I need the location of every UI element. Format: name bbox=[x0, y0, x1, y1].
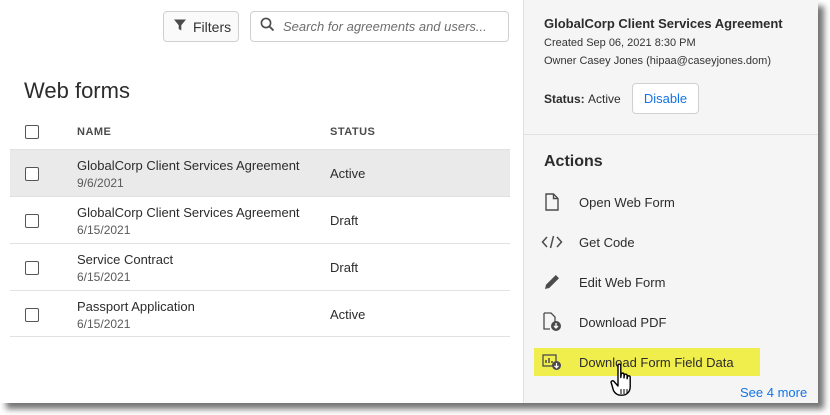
filter-icon bbox=[173, 18, 187, 35]
row-name: GlobalCorp Client Services Agreement bbox=[77, 205, 300, 220]
row-name: Passport Application bbox=[77, 299, 195, 314]
disable-button[interactable]: Disable bbox=[632, 83, 699, 114]
see-more-link[interactable]: See 4 more bbox=[740, 385, 807, 400]
action-label: Download PDF bbox=[579, 314, 667, 330]
column-header-name[interactable]: NAME bbox=[77, 126, 111, 138]
actions-heading: Actions bbox=[544, 153, 603, 170]
hand-cursor-icon bbox=[609, 362, 637, 403]
code-icon bbox=[541, 231, 563, 253]
web-forms-table: GlobalCorp Client Services Agreement 9/6… bbox=[10, 149, 510, 337]
row-checkbox[interactable] bbox=[25, 261, 39, 275]
table-header: NAME STATUS bbox=[10, 117, 510, 149]
row-name: Service Contract bbox=[77, 252, 174, 267]
owner-info: Owner Casey Jones (hipaa@caseyjones.dom) bbox=[544, 55, 771, 67]
row-checkbox[interactable] bbox=[25, 167, 39, 181]
row-date: 6/15/2021 bbox=[77, 270, 131, 284]
created-info: Created Sep 06, 2021 8:30 PM bbox=[544, 37, 696, 49]
action-download-pdf[interactable]: Download PDF bbox=[538, 307, 768, 337]
action-label: Edit Web Form bbox=[579, 274, 666, 290]
row-status: Active bbox=[330, 307, 366, 322]
status-value: Active bbox=[588, 92, 621, 106]
download-data-icon bbox=[541, 351, 563, 373]
panel-title: GlobalCorp Client Services Agreement bbox=[544, 16, 783, 31]
action-label: Download Form Field Data bbox=[579, 354, 734, 370]
row-checkbox[interactable] bbox=[25, 214, 39, 228]
row-status: Draft bbox=[330, 213, 359, 228]
row-status: Draft bbox=[330, 260, 359, 275]
action-label: Get Code bbox=[579, 234, 635, 250]
pencil-icon bbox=[541, 271, 563, 293]
row-name: GlobalCorp Client Services Agreement bbox=[77, 158, 300, 173]
table-row[interactable]: Service Contract 6/15/2021 Draft bbox=[10, 243, 510, 290]
row-date: 6/15/2021 bbox=[77, 317, 131, 331]
table-row[interactable]: GlobalCorp Client Services Agreement 6/1… bbox=[10, 196, 510, 243]
row-date: 6/15/2021 bbox=[77, 223, 131, 237]
page-title: Web forms bbox=[24, 78, 130, 103]
table-row[interactable]: GlobalCorp Client Services Agreement 9/6… bbox=[10, 149, 510, 196]
row-status: Active bbox=[330, 166, 366, 181]
status-label: Status: bbox=[544, 92, 585, 106]
row-date: 9/6/2021 bbox=[77, 176, 124, 190]
action-get-code[interactable]: Get Code bbox=[538, 227, 768, 257]
toolbar: Filters bbox=[0, 0, 523, 56]
app-window: Filters Web forms NAME STATUS GlobalCorp… bbox=[0, 0, 818, 403]
action-edit-web-form[interactable]: Edit Web Form bbox=[538, 267, 768, 297]
table-row[interactable]: Passport Application 6/15/2021 Active bbox=[10, 290, 510, 337]
action-label: Open Web Form bbox=[579, 194, 675, 210]
panel-divider bbox=[524, 134, 818, 135]
download-pdf-icon bbox=[541, 311, 563, 333]
search-icon bbox=[260, 17, 275, 37]
details-panel: GlobalCorp Client Services Agreement Cre… bbox=[523, 0, 818, 403]
filters-label: Filters bbox=[193, 18, 232, 35]
search-box[interactable] bbox=[250, 11, 509, 42]
column-header-status[interactable]: STATUS bbox=[330, 126, 375, 138]
search-input[interactable] bbox=[283, 19, 493, 34]
row-checkbox[interactable] bbox=[25, 308, 39, 322]
action-download-form-field-data[interactable]: Download Form Field Data bbox=[534, 348, 760, 376]
action-open-web-form[interactable]: Open Web Form bbox=[538, 187, 768, 217]
filters-button[interactable]: Filters bbox=[163, 11, 239, 42]
select-all-checkbox[interactable] bbox=[25, 125, 39, 139]
document-icon bbox=[541, 191, 563, 213]
